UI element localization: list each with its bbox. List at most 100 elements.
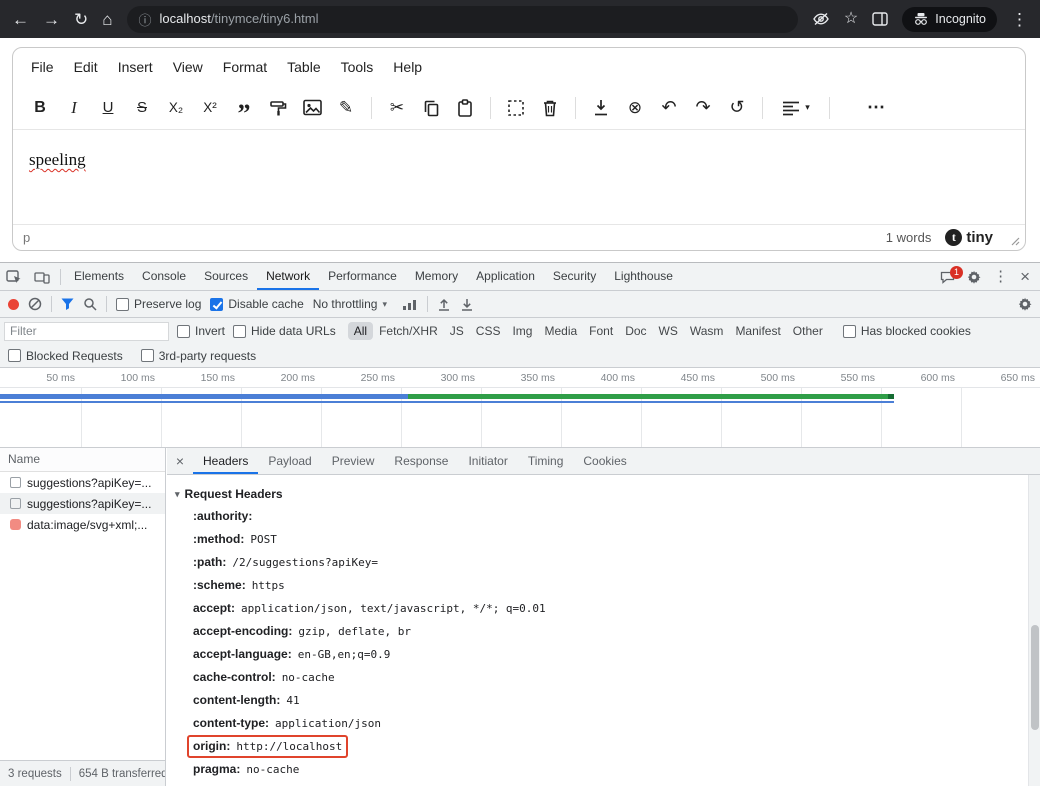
blockquote-button[interactable]: ” [230,94,258,122]
menu-edit[interactable]: Edit [64,54,108,80]
filter-pill-media[interactable]: Media [538,322,583,340]
undo-button[interactable]: ↶ [655,94,683,122]
record-network-log-button[interactable] [8,299,19,310]
third-party-requests-checkbox[interactable]: 3rd-party requests [141,349,256,363]
request-headers-section[interactable]: ▾ Request Headers [175,483,1028,505]
filter-pill-font[interactable]: Font [583,322,619,340]
scrollbar-thumb[interactable] [1031,625,1039,730]
visibility-off-icon[interactable] [812,12,830,26]
superscript-button[interactable]: X² [196,94,224,122]
misspelled-word[interactable]: speeling [29,150,86,169]
preserve-log-checkbox[interactable]: Preserve log [116,297,201,311]
permanent-pen-button[interactable]: ✎ [332,94,360,122]
scrollbar[interactable] [1028,475,1040,786]
checkbox[interactable] [843,325,856,338]
filter-toggle-icon[interactable] [61,298,74,310]
menu-insert[interactable]: Insert [108,54,163,80]
throttling-dropdown[interactable]: No throttling ▾ [313,297,387,311]
details-tab-initiator[interactable]: Initiator [458,448,517,474]
filter-pill-wasm[interactable]: Wasm [684,322,730,340]
devtools-settings-icon[interactable] [967,270,981,284]
request-row[interactable]: suggestions?apiKey=... [0,472,165,493]
has-blocked-cookies-checkbox[interactable]: Has blocked cookies [843,324,971,338]
home-icon[interactable]: ⌂ [102,11,112,28]
filter-pill-other[interactable]: Other [787,322,829,340]
insert-image-button[interactable] [298,94,326,122]
bold-button[interactable]: B [26,94,54,122]
filter-input[interactable] [4,322,169,341]
network-conditions-icon[interactable] [402,298,418,311]
device-toolbar-icon[interactable] [28,263,56,290]
inspect-element-icon[interactable] [0,263,28,290]
tab-security[interactable]: Security [544,263,605,290]
cancel-button[interactable]: ⊗ [621,94,649,122]
underline-button[interactable]: U [94,94,122,122]
checkbox[interactable] [116,298,129,311]
menu-table[interactable]: Table [277,54,330,80]
details-tab-timing[interactable]: Timing [518,448,574,474]
element-path[interactable]: p [23,230,30,245]
hide-data-urls-checkbox[interactable]: Hide data URLs [233,324,336,338]
blocked-requests-checkbox[interactable]: Blocked Requests [8,349,123,363]
align-dropdown-button[interactable]: ▾ [774,94,818,122]
resize-grip-icon[interactable] [1011,237,1020,246]
tab-lighthouse[interactable]: Lighthouse [605,263,682,290]
tab-performance[interactable]: Performance [319,263,406,290]
strikethrough-button[interactable]: S [128,94,156,122]
search-icon[interactable] [83,297,97,311]
redo-button[interactable]: ↷ [689,94,717,122]
menu-help[interactable]: Help [383,54,432,80]
checkbox-checked[interactable] [210,298,223,311]
close-details-icon[interactable]: × [167,453,193,469]
disable-cache-checkbox[interactable]: Disable cache [210,297,303,311]
network-overview[interactable]: 50 ms 100 ms 150 ms 200 ms 250 ms 300 ms… [0,368,1040,448]
italic-button[interactable]: I [60,94,88,122]
tab-sources[interactable]: Sources [195,263,257,290]
reload-icon[interactable]: ↻ [74,11,88,28]
back-icon[interactable]: ← [12,11,29,28]
browser-menu-kebab-icon[interactable]: ⋮ [1011,11,1028,28]
menu-tools[interactable]: Tools [331,54,384,80]
forward-icon[interactable]: → [43,11,60,28]
filter-pill-fetch-xhr[interactable]: Fetch/XHR [373,322,444,340]
issues-icon[interactable]: 1 [940,270,955,284]
checkbox[interactable] [177,325,190,338]
tab-console[interactable]: Console [133,263,195,290]
site-info-icon[interactable]: ⓘ [139,10,152,29]
tab-application[interactable]: Application [467,263,544,290]
filter-pill-ws[interactable]: WS [653,322,684,340]
clear-network-log-icon[interactable] [28,297,42,311]
filter-pill-css[interactable]: CSS [470,322,507,340]
side-panel-icon[interactable] [872,12,888,26]
export-har-icon[interactable] [460,298,474,311]
devtools-menu-kebab-icon[interactable]: ⋮ [993,269,1008,284]
details-tab-cookies[interactable]: Cookies [573,448,636,474]
close-devtools-icon[interactable]: × [1020,268,1030,285]
details-tab-payload[interactable]: Payload [258,448,321,474]
restore-draft-button[interactable]: ↺ [723,94,751,122]
select-all-button[interactable] [502,94,530,122]
paste-button[interactable] [451,94,479,122]
copy-button[interactable] [417,94,445,122]
request-row[interactable]: data:image/svg+xml;... [0,514,165,535]
editor-content-area[interactable]: speeling [13,130,1025,224]
request-row-selected[interactable]: suggestions?apiKey=... [0,493,165,514]
name-column-header[interactable]: Name [0,448,165,472]
tab-memory[interactable]: Memory [406,263,467,290]
cut-button[interactable]: ✂ [383,94,411,122]
download-button[interactable] [587,94,615,122]
url-bar[interactable]: ⓘ localhost/tinymce/tiny6.html [127,6,798,33]
more-toolbar-items-button[interactable]: ⋯ [862,94,890,122]
details-tab-response[interactable]: Response [384,448,458,474]
tiny-brand[interactable]: t tiny [945,229,993,246]
filter-pill-manifest[interactable]: Manifest [729,322,786,340]
tab-network[interactable]: Network [257,263,319,290]
subscript-button[interactable]: X₂ [162,94,190,122]
import-har-icon[interactable] [437,298,451,311]
menu-file[interactable]: File [21,54,64,80]
invert-checkbox[interactable]: Invert [177,324,225,338]
filter-pill-doc[interactable]: Doc [619,322,652,340]
checkbox[interactable] [8,349,21,362]
checkbox[interactable] [233,325,246,338]
format-painter-button[interactable] [264,94,292,122]
